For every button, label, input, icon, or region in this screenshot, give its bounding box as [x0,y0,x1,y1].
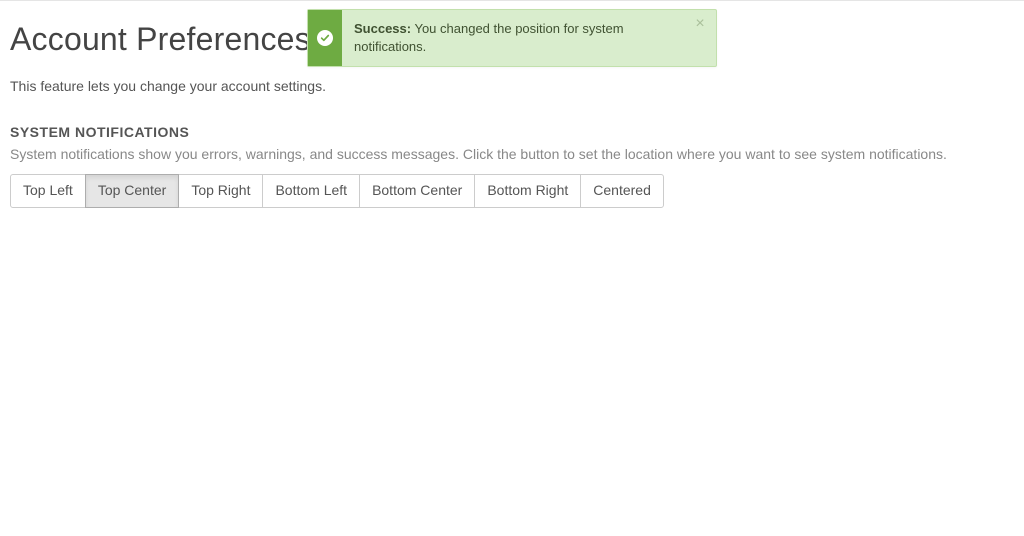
position-button-bottom-center[interactable]: Bottom Center [359,174,475,208]
position-button-bottom-right[interactable]: Bottom Right [474,174,581,208]
page-description: This feature lets you change your accoun… [10,78,1014,94]
system-notifications-heading: SYSTEM NOTIFICATIONS [10,124,1014,140]
toast-body: Success: You changed the position for sy… [342,10,716,66]
position-button-top-right[interactable]: Top Right [178,174,263,208]
position-button-top-center[interactable]: Top Center [85,174,179,208]
position-button-top-left[interactable]: Top Left [10,174,86,208]
close-icon[interactable]: × [692,16,708,32]
toast-strong: Success: [354,21,411,36]
position-button-centered[interactable]: Centered [580,174,664,208]
position-button-bottom-left[interactable]: Bottom Left [262,174,360,208]
system-notifications-description: System notifications show you errors, wa… [10,146,1014,162]
success-toast: Success: You changed the position for sy… [307,9,717,67]
toast-icon-column [308,10,342,66]
notification-position-button-group: Top Left Top Center Top Right Bottom Lef… [10,174,1014,208]
checkmark-icon [317,30,333,46]
